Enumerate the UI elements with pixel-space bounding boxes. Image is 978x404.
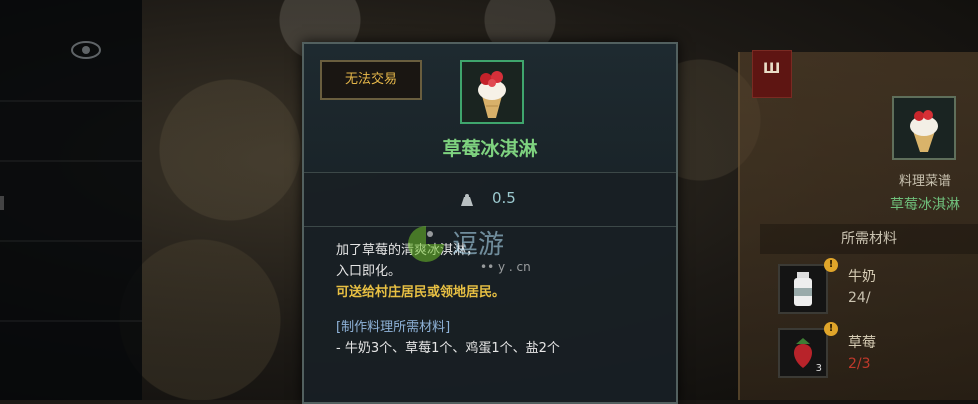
tooltip-header: 无法交易 草莓冰淇淋 — [304, 44, 676, 173]
recipe-dish-name: 草莓冰淇淋 — [890, 197, 960, 213]
materials-header: 所需材料 — [760, 224, 978, 254]
weight-icon — [460, 192, 474, 206]
alert-badge: ! — [824, 322, 838, 336]
crafting-materials-list: - 牛奶3个、草莓1个、鸡蛋1个、盐2个 — [336, 341, 560, 356]
panel-divider — [0, 320, 142, 322]
trade-restriction-badge: 无法交易 — [320, 60, 422, 100]
recipe-book-tab[interactable]: Ш — [752, 50, 792, 98]
panel-divider — [0, 240, 142, 242]
site-watermark: 逗游 •• y . cn — [404, 222, 564, 282]
watermark-text: 逗游 — [452, 230, 505, 260]
material-count: 24/ — [848, 290, 871, 306]
item-name: 草莓冰淇淋 — [442, 138, 538, 160]
item-icon-frame — [460, 60, 524, 124]
gift-note: 可送给村庄居民或领地居民。 — [336, 285, 506, 300]
panel-divider — [0, 160, 142, 162]
material-name: 牛奶 — [848, 269, 876, 285]
slot-count: 3 — [815, 363, 822, 374]
milk-bottle-icon — [794, 272, 812, 306]
recipe-book-icon: Ш — [763, 61, 781, 77]
material-name: 草莓 — [848, 335, 876, 351]
strawberry-ice-cream-icon — [910, 110, 938, 152]
strawberry-ice-cream-icon — [478, 71, 506, 118]
material-count: 2/3 — [848, 356, 871, 372]
eye-icon[interactable] — [70, 40, 102, 60]
watermark-subtext: •• y . cn — [480, 260, 531, 274]
recipe-caption: 料理菜谱 — [898, 174, 951, 189]
panel-divider — [0, 100, 142, 102]
crafting-materials-header: [制作料理所需材料] — [336, 320, 451, 335]
weight-row: 0.5 — [304, 174, 676, 227]
material-slot-strawberry[interactable]: 3 — [778, 328, 828, 378]
watermark-logo-icon — [408, 226, 444, 262]
recipe-dish-thumbnail[interactable] — [892, 96, 956, 160]
scroll-marker — [0, 196, 4, 210]
material-slot-milk[interactable] — [778, 264, 828, 314]
left-side-panel — [0, 0, 142, 400]
item-weight-value: 0.5 — [492, 189, 516, 207]
alert-badge: ! — [824, 258, 838, 272]
